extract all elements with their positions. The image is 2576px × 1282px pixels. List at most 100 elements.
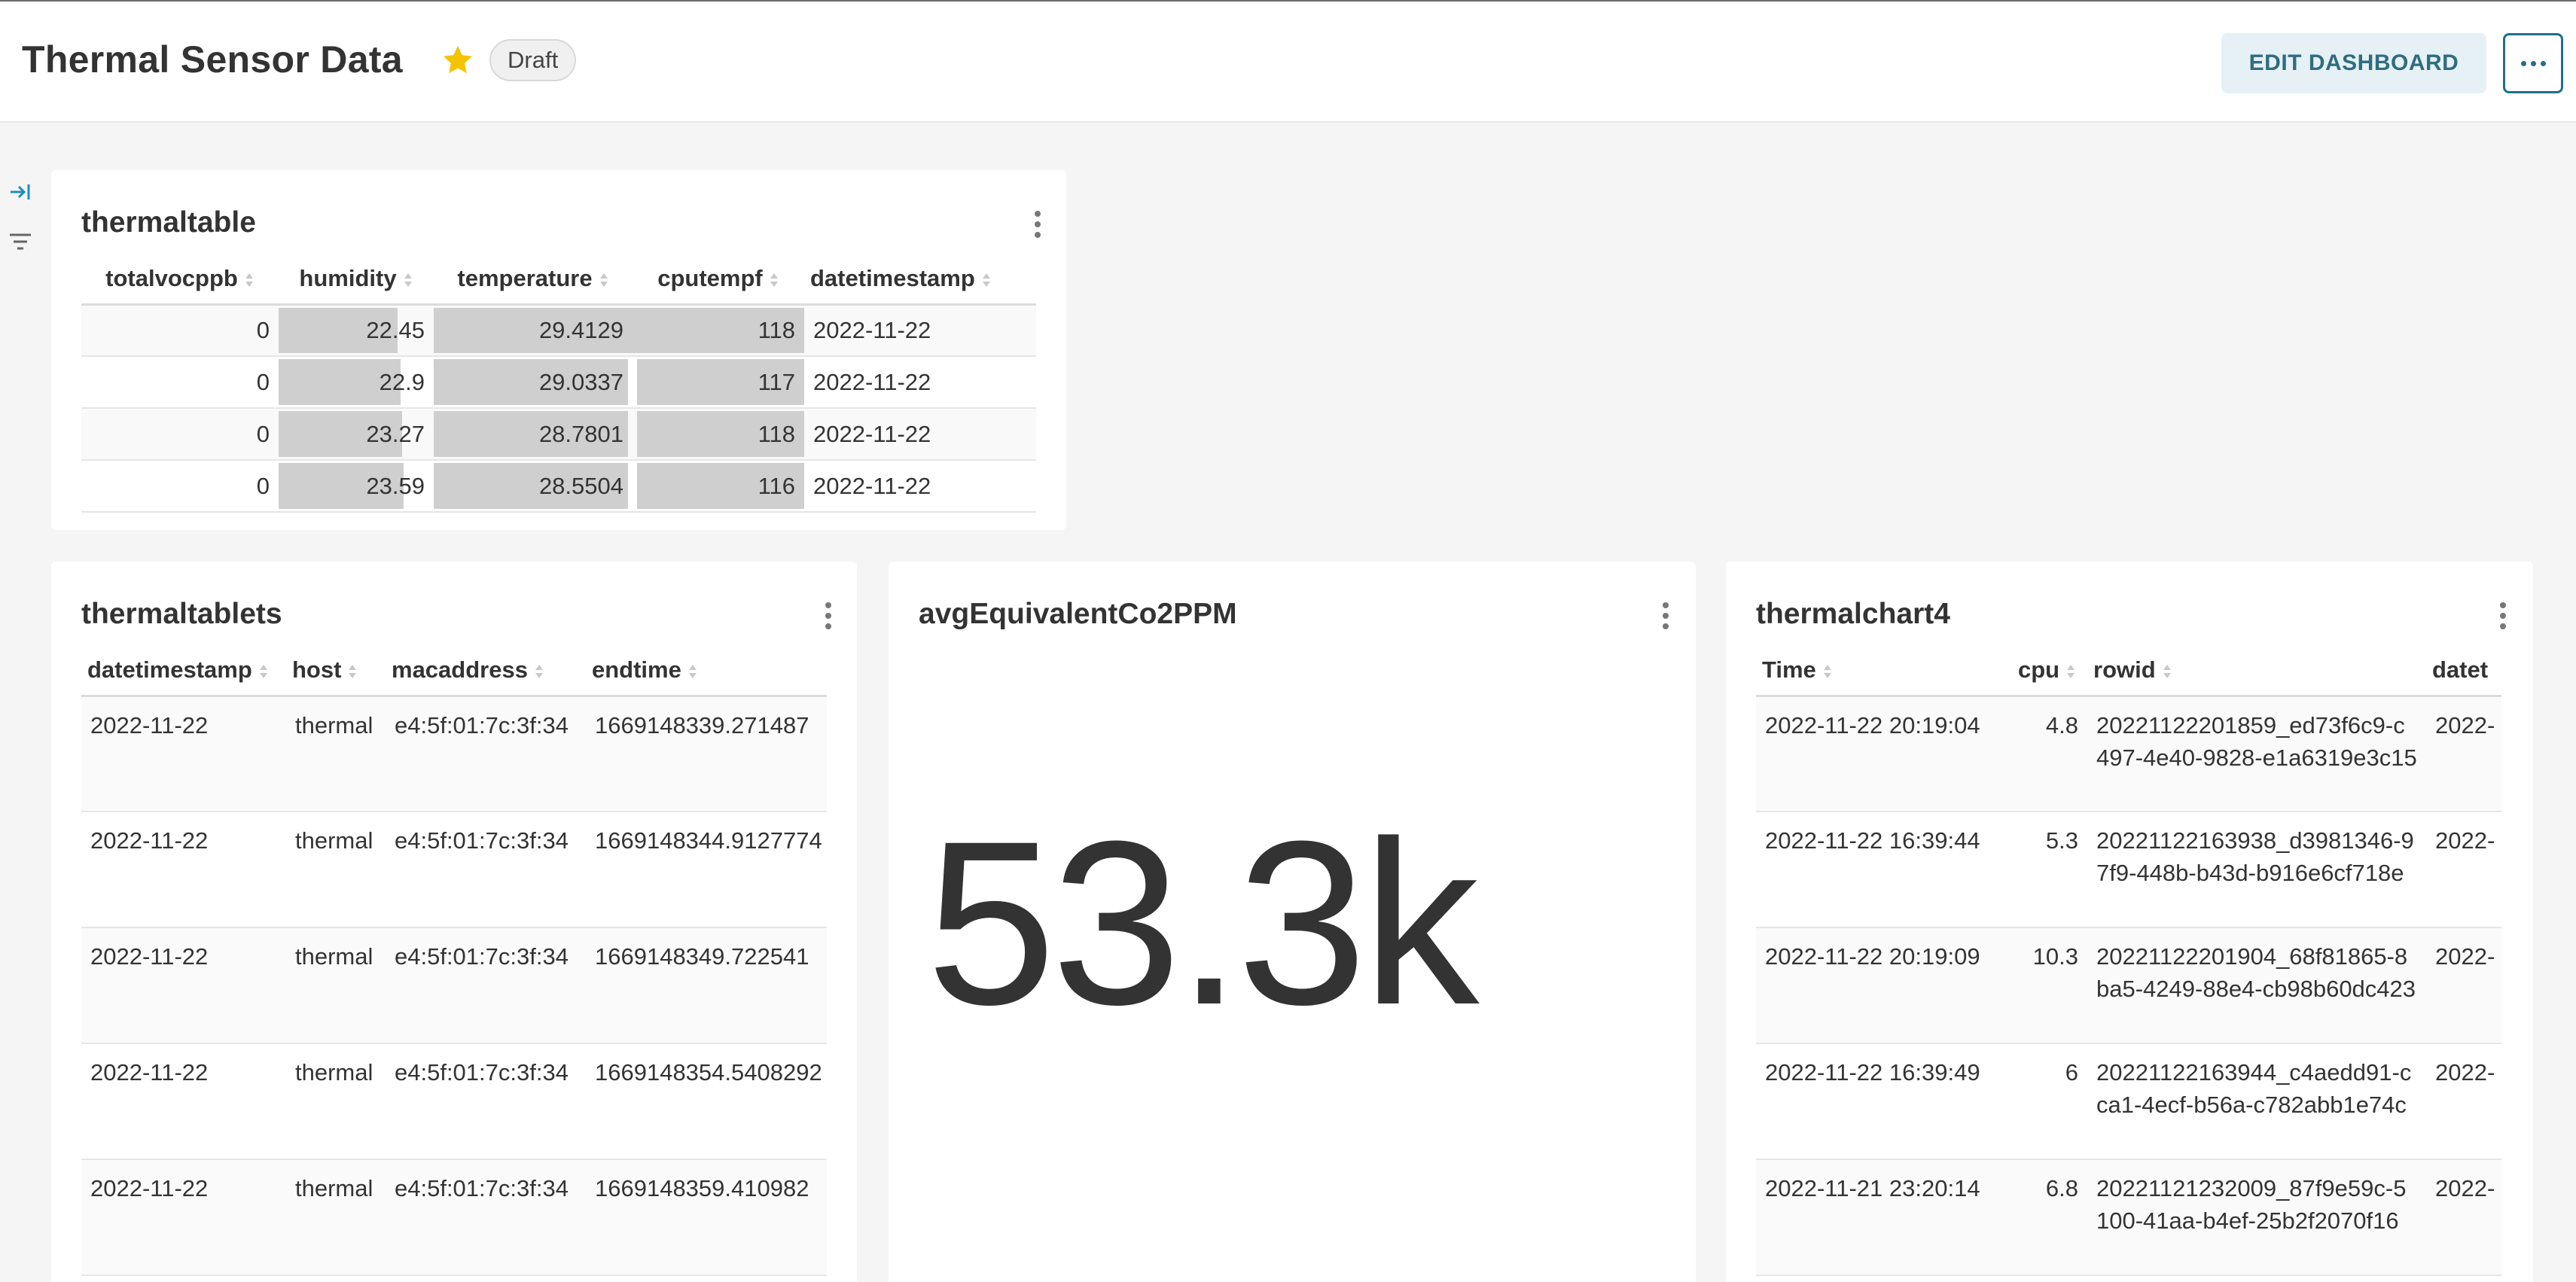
table-cell: 20221122201904_68f81865-8ba5-4249-88e4-c… (2087, 927, 2426, 1044)
table-cell: 2022-11-21 23:20:14 (1756, 1159, 2012, 1276)
column-header[interactable]: datetimestamp (81, 646, 286, 697)
big-number-value: 53.3k (926, 792, 1479, 1053)
table-row: 2022-11-22 20:19:04 4.8 20221122201859_e… (1756, 696, 2501, 812)
table-cell: e4:5f:01:7c:3f:34 (386, 1043, 586, 1160)
thermaltablets-card: thermaltablets datetimestamp host macadd… (51, 562, 857, 1282)
sort-icon (2067, 665, 2075, 679)
column-header[interactable]: host (286, 646, 386, 697)
table-cell: 2022-11-22 (81, 1159, 286, 1276)
status-badge: Draft (489, 39, 577, 81)
table-cell: 1669148349.722541 (586, 927, 827, 1044)
table-row: 0 23.59 28.5504 116 2022-11-22 (81, 460, 1036, 513)
column-header[interactable]: endtime (586, 646, 827, 697)
table-cell: 2022- (2426, 1159, 2501, 1276)
table-viewport[interactable]: datetimestamp host macaddress endtime 20… (81, 646, 827, 1282)
chart-menu-button[interactable] (1023, 206, 1053, 242)
table-row: 2022-11-22 thermal e4:5f:01:7c:3f:34 166… (81, 812, 827, 928)
table-cell: 2022-11-22 (81, 1043, 286, 1160)
chart-menu-button[interactable] (2488, 598, 2518, 634)
table-cell: 20221122201859_ed73f6c9-c497-4e40-9828-e… (2087, 696, 2426, 812)
table-cell: 118 (633, 304, 804, 357)
sort-icon (404, 273, 412, 288)
table-cell: 2022-11-22 20:19:09 (1756, 927, 2012, 1044)
more-options-button[interactable] (2503, 33, 2563, 93)
column-header[interactable]: datet (2426, 646, 2501, 697)
table-cell: 2022-11-22 (804, 408, 1036, 461)
sort-icon (245, 273, 253, 288)
column-header[interactable]: temperature (434, 254, 633, 306)
table-cell: thermal (286, 927, 386, 1044)
table-cell: 2022-11-22 (81, 812, 286, 928)
column-header[interactable]: datetimestamp (804, 254, 1036, 306)
table-row: 0 22.9 29.0337 117 2022-11-22 (81, 356, 1036, 409)
table-cell: 118 (633, 408, 804, 461)
table-cell: 116 (633, 460, 804, 513)
table-cell: 22.45 (279, 304, 434, 357)
chart-menu-button[interactable] (1651, 598, 1681, 634)
table-row: 2022-11-21 23:20:14 6.8 20221121232009_8… (1756, 1159, 2501, 1276)
column-header[interactable]: macaddress (386, 646, 586, 697)
table-row: 2022-11-22 thermal e4:5f:01:7c:3f:34 166… (81, 696, 827, 812)
table-cell: e4:5f:01:7c:3f:34 (386, 696, 586, 812)
table-cell: 2022-11-22 (804, 304, 1036, 357)
table-cell: 20221122163938_d3981346-97f9-448b-b43d-b… (2087, 812, 2426, 928)
column-header[interactable]: totalvocppb (81, 254, 279, 306)
thermalchart4-table: Time cpu rowid datet 2022-11-22 20:19:04… (1756, 646, 2501, 1276)
table-row: 0 22.45 29.4129 118 2022-11-22 (81, 304, 1036, 357)
chart-menu-button[interactable] (813, 598, 843, 634)
edit-dashboard-button[interactable]: EDIT DASHBOARD (2221, 33, 2486, 93)
dot-icon (2520, 60, 2526, 66)
table-cell: 117 (633, 356, 804, 409)
table-cell: thermal (286, 1159, 386, 1276)
table-cell: 10.3 (2012, 927, 2087, 1044)
table-cell: 2022-11-22 16:39:44 (1756, 812, 2012, 928)
table-cell: thermal (286, 1043, 386, 1160)
thermaltable-table: totalvocppb humidity temperature cputemp… (81, 254, 1036, 513)
column-header[interactable]: Time (1756, 646, 2012, 697)
table-cell: e4:5f:01:7c:3f:34 (386, 812, 586, 928)
table-cell: thermal (286, 812, 386, 928)
column-header[interactable]: cputempf (633, 254, 804, 306)
table-cell: 2022-11-22 16:39:49 (1756, 1043, 2012, 1160)
thermalchart4-card: thermalchart4 Time cpu rowid datet 2022-… (1726, 562, 2533, 1282)
chart-title: thermaltable (81, 206, 256, 239)
table-cell: 0 (81, 408, 279, 461)
chart-title: avgEquivalentCo2PPM (919, 598, 1237, 630)
table-cell: 20221122163944_c4aedd91-cca1-4ecf-b56a-c… (2087, 1043, 2426, 1160)
table-cell: 23.59 (279, 460, 434, 513)
sort-icon (259, 665, 267, 679)
table-cell: 5.3 (2012, 812, 2087, 928)
table-cell: 1669148344.9127774 (586, 812, 827, 928)
column-header[interactable]: rowid (2087, 646, 2426, 697)
table-cell: 2022-11-22 (804, 460, 1036, 513)
table-cell: 29.4129 (434, 304, 633, 357)
table-cell: 0 (81, 304, 279, 357)
table-cell: 1669148354.5408292 (586, 1043, 827, 1160)
table-cell: 29.0337 (434, 356, 633, 409)
table-cell: 23.27 (279, 408, 434, 461)
table-row: 2022-11-22 16:39:49 6 20221122163944_c4a… (1756, 1043, 2501, 1160)
table-cell: 2022-11-22 (81, 696, 286, 812)
column-header[interactable]: cpu (2012, 646, 2087, 697)
table-viewport[interactable]: Time cpu rowid datet 2022-11-22 20:19:04… (1756, 646, 2501, 1282)
sort-icon (1823, 665, 1831, 679)
column-header[interactable]: humidity (279, 254, 434, 306)
table-row: 0 23.27 28.7801 118 2022-11-22 (81, 408, 1036, 461)
table-row: 2022-11-22 20:19:09 10.3 20221122201904_… (1756, 927, 2501, 1044)
chart-title: thermalchart4 (1756, 598, 1950, 630)
sort-icon (599, 273, 608, 288)
table-row: 2022-11-22 thermal e4:5f:01:7c:3f:34 166… (81, 927, 827, 1044)
table-row: 2022-11-22 thermal e4:5f:01:7c:3f:34 166… (81, 1159, 827, 1276)
avg-co2-card: avgEquivalentCo2PPM 53.3k (889, 562, 1696, 1282)
expand-filters-icon[interactable] (8, 181, 33, 203)
favorite-star-icon[interactable] (440, 42, 476, 78)
sort-icon (770, 273, 778, 288)
table-cell: 2022- (2426, 1043, 2501, 1160)
table-cell: 2022-11-22 (804, 356, 1036, 409)
sort-icon (349, 665, 357, 679)
dot-icon (2540, 60, 2546, 66)
dashboard-header: Thermal Sensor Data Draft EDIT DASHBOARD (0, 2, 2576, 123)
table-cell: 2022- (2426, 812, 2501, 928)
table-cell: 2022-11-22 20:19:04 (1756, 696, 2012, 812)
filter-icon[interactable] (8, 230, 33, 253)
